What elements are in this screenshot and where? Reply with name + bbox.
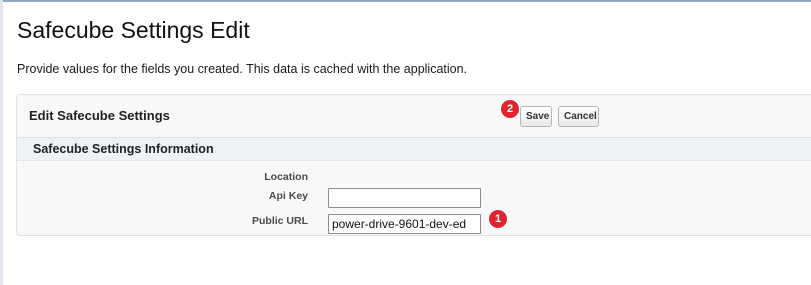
panel-header: Edit Safecube Settings Save Cancel [17,95,811,138]
panel-title: Edit Safecube Settings [29,108,170,123]
edit-settings-panel: Edit Safecube Settings Save Cancel Safec… [16,94,811,236]
step-2-badge: 2 [501,100,519,118]
section-header: Safecube Settings Information [17,138,811,161]
public-url-label: Public URL [251,215,308,227]
window-top-edge [0,0,811,2]
window-left-edge [0,0,3,285]
save-button[interactable]: Save [520,106,552,127]
section-title: Safecube Settings Information [33,142,214,156]
step-1-badge: 1 [489,210,507,228]
page-title: Safecube Settings Edit [17,17,250,43]
api-key-label: Api Key [268,190,308,202]
api-key-field[interactable] [328,188,481,208]
page-description: Provide values for the fields you create… [17,62,468,76]
public-url-field[interactable] [328,214,481,234]
location-label: Location [264,171,308,183]
cancel-button[interactable]: Cancel [558,106,599,127]
